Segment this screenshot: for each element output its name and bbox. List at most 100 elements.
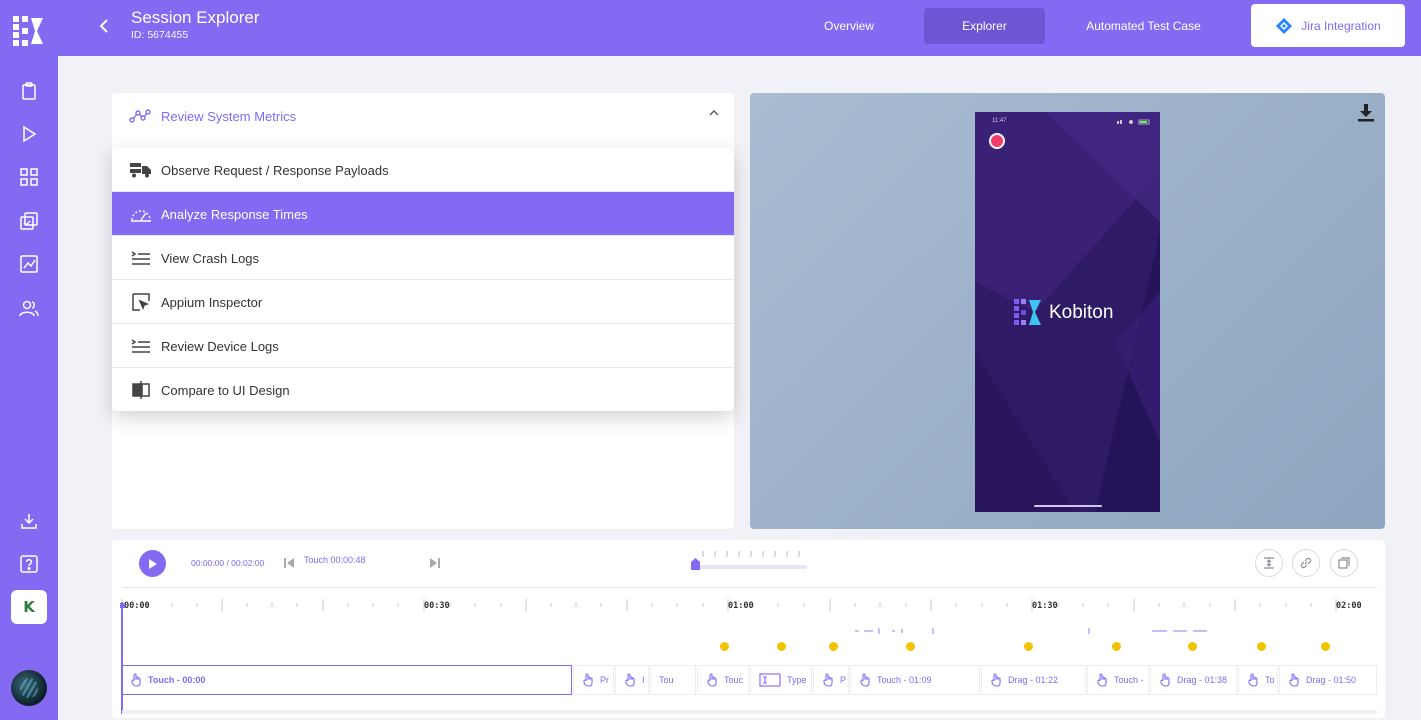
timeline-event[interactable]: Touch - (1087, 665, 1149, 695)
back-button[interactable] (94, 14, 114, 38)
tab-overview[interactable]: Overview (805, 8, 893, 44)
zoom-handle[interactable] (691, 558, 700, 570)
touch-icon (860, 673, 870, 687)
timeline-event[interactable]: Touch - 01:09 (850, 665, 980, 695)
fit-height-button[interactable] (1255, 549, 1283, 577)
event-marker[interactable] (1255, 640, 1268, 653)
menu-item-device-logs[interactable]: Review Device Logs (112, 324, 734, 368)
timeline-event[interactable]: Drag - 01:38 (1150, 665, 1237, 695)
menu-item-compare-ui-design[interactable]: Compare to UI Design (112, 368, 734, 411)
menu-item-crash-logs[interactable]: View Crash Logs (112, 236, 734, 280)
timeline-event[interactable]: I (615, 665, 649, 695)
copy-link-button[interactable] (1292, 549, 1320, 577)
gauge-icon (130, 204, 152, 224)
tab-automated-test-case[interactable]: Automated Test Case (1076, 8, 1211, 44)
event-label: Touc (724, 675, 744, 685)
header: Session Explorer ID: 5674455 Overview Ex… (58, 0, 1421, 56)
menu-item-request-payloads[interactable]: Observe Request / Response Payloads (112, 148, 734, 192)
org-badge-label: K (23, 598, 35, 616)
touch-icon (823, 673, 833, 687)
link-icon (1300, 557, 1312, 569)
clipboard-icon[interactable] (18, 80, 40, 102)
menu-item-response-times[interactable]: Analyze Response Times (112, 192, 734, 236)
copy-button[interactable] (1330, 549, 1358, 577)
drag-icon (1289, 673, 1299, 687)
touch-icon (583, 673, 593, 687)
list-icon (130, 248, 152, 268)
timeline-event[interactable]: Pr (573, 665, 614, 695)
org-badge[interactable]: K (11, 590, 47, 624)
list-icon (130, 336, 152, 356)
play-icon (148, 558, 157, 569)
menu-item-label: Analyze Response Times (161, 207, 308, 222)
download-icon[interactable] (1355, 102, 1377, 124)
record-button[interactable] (989, 133, 1005, 149)
event-marker[interactable] (1022, 640, 1035, 653)
download-icon[interactable] (18, 510, 40, 532)
timeline-event[interactable]: To (1238, 665, 1278, 695)
skip-previous-icon[interactable] (283, 557, 295, 569)
touch-icon (707, 673, 717, 687)
grid-icon[interactable] (18, 166, 40, 188)
event-label: Touch - 01:09 (877, 675, 932, 685)
ruler-label: 01:00 (728, 601, 754, 611)
jira-integration-button[interactable]: Jira Integration (1251, 4, 1405, 47)
device-screen[interactable]: 11:47 Kobiton (975, 112, 1160, 512)
compare-icon (130, 380, 152, 400)
timeline-event[interactable]: Type (750, 665, 812, 695)
metrics-icon (129, 109, 151, 123)
sidebar: K (0, 0, 58, 720)
event-marker[interactable] (718, 640, 731, 653)
timeline-event[interactable]: Touch - 00:00 (121, 665, 572, 695)
playhead-handle[interactable] (120, 603, 125, 608)
ruler-label: 01:30 (1032, 601, 1058, 611)
timeline-scrollbar[interactable] (122, 710, 1377, 714)
event-label: P (840, 675, 847, 685)
playhead[interactable] (121, 602, 123, 714)
event-marker[interactable] (904, 640, 917, 653)
event-marker[interactable] (827, 640, 840, 653)
tab-explorer[interactable]: Explorer (924, 8, 1045, 44)
copy-icon (1338, 557, 1350, 569)
timeline-event[interactable]: P (813, 665, 849, 695)
event-marker[interactable] (1110, 640, 1123, 653)
metrics-header-label: Review System Metrics (161, 109, 297, 124)
users-icon[interactable] (18, 297, 40, 319)
metrics-dropdown: Observe Request / Response Payloads Anal… (112, 148, 734, 411)
jira-label: Jira Integration (1301, 18, 1381, 33)
event-label: Touch - (1114, 675, 1144, 685)
expand-vertical-icon (1264, 557, 1274, 569)
session-id: ID: 5674455 (131, 29, 189, 41)
brand-text: Kobiton (1049, 302, 1114, 323)
type-icon (759, 673, 781, 687)
device-preview: 11:47 Kobiton (750, 93, 1385, 529)
metrics-toggle[interactable]: Review System Metrics (112, 93, 734, 141)
kobiton-logo-icon[interactable] (13, 16, 45, 46)
timeline-event[interactable]: Tou (650, 665, 696, 695)
event-label: Type (787, 675, 807, 685)
timeline-event[interactable]: Drag - 01:50 (1279, 665, 1377, 695)
playback-time: 00:00:00 / 00:02:00 (191, 558, 265, 568)
timeline-panel: 00:00:00 / 00:02:00 Touch 00:00:48 00:00… (112, 540, 1385, 718)
menu-item-appium-inspector[interactable]: Appium Inspector (112, 280, 734, 324)
cursor-icon (130, 292, 152, 312)
play-icon[interactable] (18, 123, 40, 145)
menu-item-label: Review Device Logs (161, 339, 279, 354)
avatar[interactable] (11, 670, 47, 706)
kobiton-brand: Kobiton (1014, 299, 1113, 327)
event-label: Drag - 01:38 (1177, 675, 1228, 685)
zoom-slider[interactable] (695, 565, 807, 569)
zoom-ticks (702, 551, 800, 557)
play-button[interactable] (139, 550, 166, 577)
timeline-event[interactable]: Touc (697, 665, 749, 695)
chart-icon[interactable] (18, 253, 40, 275)
layers-icon[interactable] (18, 210, 40, 232)
skip-next-icon[interactable] (429, 557, 441, 569)
event-marker[interactable] (1319, 640, 1332, 653)
home-indicator (1034, 505, 1102, 507)
event-marker[interactable] (775, 640, 788, 653)
event-marker[interactable] (1186, 640, 1199, 653)
help-icon[interactable] (18, 553, 40, 575)
timeline-event[interactable]: Drag - 01:22 (981, 665, 1086, 695)
ruler-label: 00:00 (124, 601, 150, 611)
